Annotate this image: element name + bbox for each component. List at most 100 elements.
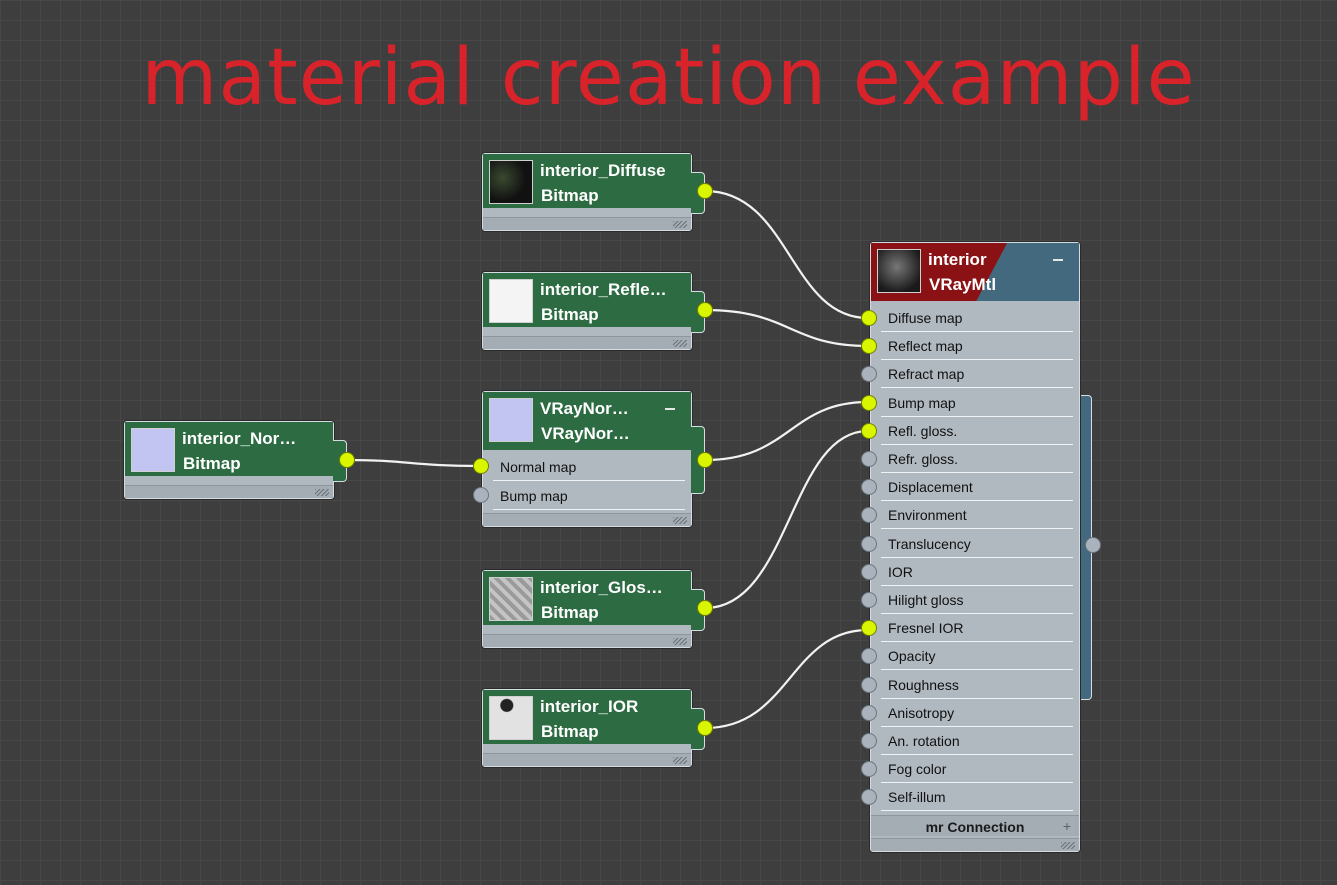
input-socket-diffuse-map[interactable] xyxy=(861,310,877,326)
vray-normal-thumbnail xyxy=(489,398,533,442)
slot-label: Diffuse map xyxy=(888,310,963,326)
node-interior-reflect[interactable]: interior_Refle… Bitmap xyxy=(482,272,692,350)
slot-label: Translucency xyxy=(888,535,971,552)
output-socket[interactable] xyxy=(697,720,713,736)
material-header: interior VRayMtl xyxy=(871,243,1079,301)
slot-displacement[interactable]: Displacement xyxy=(871,473,1079,502)
input-socket-bump-map[interactable] xyxy=(861,394,877,411)
node-name: interior_Diffuse xyxy=(540,161,666,180)
resize-grip-icon[interactable] xyxy=(673,221,687,228)
node-footer xyxy=(483,336,691,349)
slot-refr-gloss[interactable]: Refr. gloss. xyxy=(871,445,1079,473)
material-sphere-thumbnail xyxy=(877,249,921,293)
node-interior-ior[interactable]: interior_IOR Bitmap xyxy=(482,689,692,767)
reflect-thumbnail xyxy=(489,279,533,323)
slot-ior[interactable]: IOR xyxy=(871,558,1079,586)
ior-thumbnail xyxy=(489,696,533,740)
slot-label: Displacement xyxy=(888,479,973,496)
node-header: interior_Diffuse Bitmap xyxy=(483,154,691,208)
wire-reflect xyxy=(704,308,869,348)
material-output-socket[interactable] xyxy=(1085,537,1101,553)
slot-diffuse-map[interactable]: Diffuse map xyxy=(871,304,1079,332)
slot-environment[interactable]: Environment xyxy=(871,501,1079,530)
mr-connection-rollout[interactable]: mr Connection + xyxy=(871,815,1079,836)
input-socket-bump-map[interactable] xyxy=(473,487,489,503)
slot-anisotropy[interactable]: Anisotropy xyxy=(871,699,1079,727)
node-type: Bitmap xyxy=(541,186,599,205)
node-type: Bitmap xyxy=(541,603,599,622)
resize-grip-icon[interactable] xyxy=(673,638,687,645)
input-socket-refr-gloss[interactable] xyxy=(861,451,877,467)
resize-grip-icon[interactable] xyxy=(673,517,687,524)
material-name: interior xyxy=(928,250,987,269)
slot-bump-map[interactable]: Bump map xyxy=(871,389,1079,417)
slot-fresnel-ior[interactable]: Fresnel IOR xyxy=(871,614,1079,643)
slot-an-rotation[interactable]: An. rotation xyxy=(871,727,1079,755)
slot-label: Environment xyxy=(888,507,967,524)
output-socket[interactable] xyxy=(339,452,355,468)
node-vray-material[interactable]: interior VRayMtl Diffuse map Reflect map R… xyxy=(870,242,1080,852)
node-interior-normal-bitmap[interactable]: interior_Nor… Bitmap xyxy=(124,421,334,499)
collapse-icon[interactable] xyxy=(1053,259,1063,261)
collapse-icon[interactable] xyxy=(665,408,675,410)
slot-label: Fog color xyxy=(888,761,947,778)
slot-label: Refr. gloss. xyxy=(888,451,959,467)
slot-label: Reflect map xyxy=(888,338,963,355)
node-interior-gloss[interactable]: interior_Glos… Bitmap xyxy=(482,570,692,648)
slot-reflect-map[interactable]: Reflect map xyxy=(871,332,1079,361)
node-header: interior_Refle… Bitmap xyxy=(483,273,691,327)
slot-fog-color[interactable]: Fog color xyxy=(871,755,1079,784)
node-name: interior_Refle… xyxy=(540,280,667,299)
slot-label: Anisotropy xyxy=(888,704,955,721)
node-header: VRayNor… VRayNor… xyxy=(483,392,691,450)
node-type: Bitmap xyxy=(183,454,241,473)
slot-label: Self-illum xyxy=(888,789,946,806)
slot-opacity[interactable]: Opacity xyxy=(871,642,1079,671)
input-socket-ior[interactable] xyxy=(861,563,877,580)
slot-label: Opacity xyxy=(888,648,936,665)
output-socket[interactable] xyxy=(697,302,713,318)
resize-grip-icon[interactable] xyxy=(673,757,687,764)
resize-grip-icon[interactable] xyxy=(1061,842,1075,849)
slot-normal-map[interactable]: Normal map xyxy=(483,453,691,481)
input-socket-roughness[interactable] xyxy=(861,676,877,693)
input-socket-normal-map[interactable] xyxy=(473,458,489,474)
input-socket-an-rotation[interactable] xyxy=(861,733,877,749)
slot-label: Fresnel IOR xyxy=(888,620,964,637)
input-socket-anisotropy[interactable] xyxy=(861,704,877,721)
input-socket-translucency[interactable] xyxy=(861,535,877,552)
output-socket[interactable] xyxy=(697,452,713,468)
gloss-thumbnail xyxy=(489,577,533,621)
node-name: interior_Nor… xyxy=(182,429,297,448)
wire-normal-bitmap xyxy=(345,458,482,468)
slot-translucency[interactable]: Translucency xyxy=(871,530,1079,558)
input-socket-refl-gloss[interactable] xyxy=(861,422,877,439)
resize-grip-icon[interactable] xyxy=(673,340,687,347)
expand-plus-icon[interactable]: + xyxy=(1063,818,1071,834)
output-socket[interactable] xyxy=(697,600,713,616)
diffuse-thumbnail xyxy=(489,160,533,204)
node-footer xyxy=(483,513,691,526)
slot-label: Refract map xyxy=(888,366,965,383)
node-type: Bitmap xyxy=(541,305,599,324)
input-socket-hilight-gloss[interactable] xyxy=(861,592,877,608)
slot-hilight-gloss[interactable]: Hilight gloss xyxy=(871,586,1079,614)
node-header: interior_Nor… Bitmap xyxy=(125,422,333,476)
slot-refl-gloss[interactable]: Refl. gloss. xyxy=(871,417,1079,445)
slot-self-illum[interactable]: Self-illum xyxy=(871,783,1079,812)
slot-refract-map[interactable]: Refract map xyxy=(871,360,1079,389)
slot-roughness[interactable]: Roughness xyxy=(871,671,1079,699)
node-vray-normal-map[interactable]: VRayNor… VRayNor… Normal map Bump map xyxy=(482,391,692,527)
node-footer xyxy=(125,485,333,498)
output-socket[interactable] xyxy=(697,183,713,199)
resize-grip-icon[interactable] xyxy=(315,489,329,496)
node-footer xyxy=(483,753,691,766)
slot-bump-map[interactable]: Bump map xyxy=(483,482,691,510)
node-interior-diffuse[interactable]: interior_Diffuse Bitmap xyxy=(482,153,692,231)
wire-diffuse xyxy=(704,189,869,320)
slot-label: An. rotation xyxy=(888,733,960,749)
slot-label: Roughness xyxy=(888,676,959,693)
node-name: interior_Glos… xyxy=(540,578,663,597)
node-footer xyxy=(483,217,691,230)
node-name: interior_IOR xyxy=(540,697,639,716)
